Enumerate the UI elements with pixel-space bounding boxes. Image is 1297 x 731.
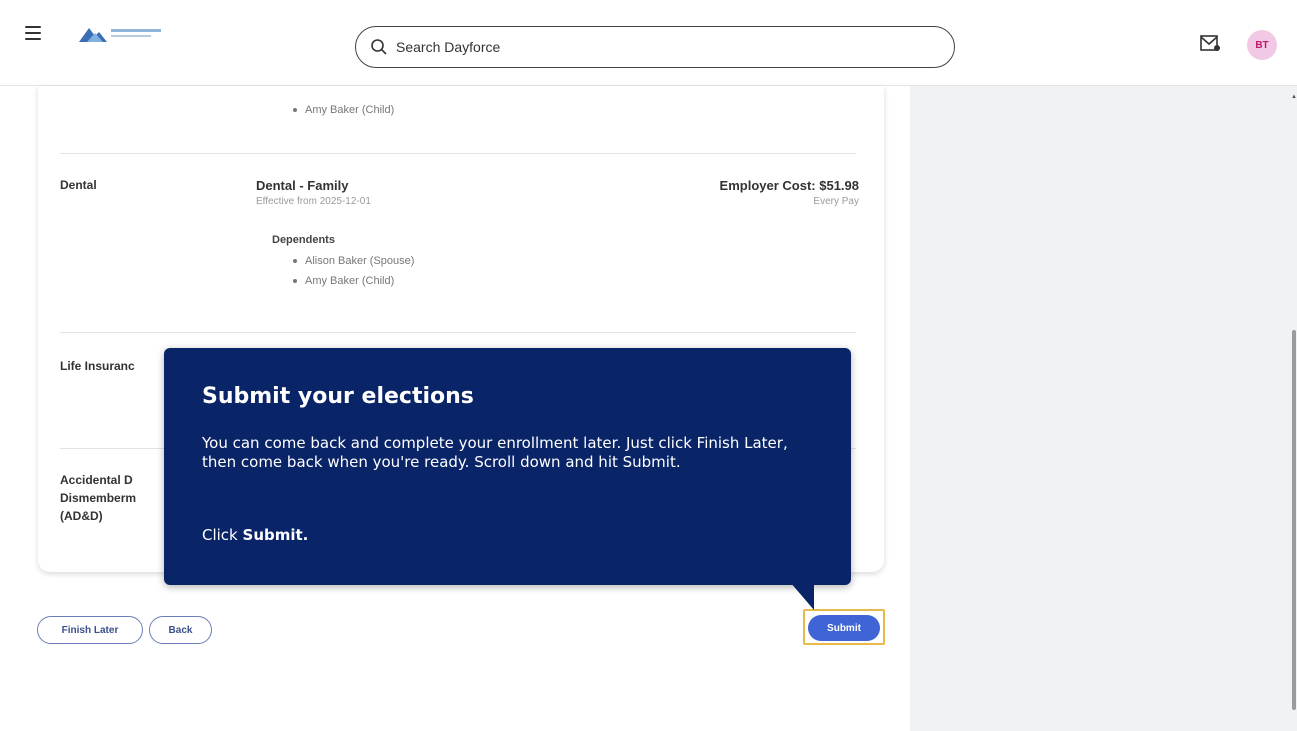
dependents-heading: Dependents — [272, 234, 335, 246]
label-line: Dismemberm — [60, 491, 137, 505]
scroll-up-arrow-icon[interactable]: ▲ — [1291, 94, 1297, 100]
list-item: Amy Baker (Child) — [293, 104, 394, 116]
submit-button[interactable]: Submit — [808, 615, 880, 641]
benefit-label-life-insurance: Life Insuranc — [60, 359, 135, 373]
company-logo[interactable] — [77, 20, 172, 48]
top-bar: BT — [0, 0, 1297, 86]
tooltip-pointer-icon — [790, 582, 814, 610]
tooltip-instruction: Click Submit. — [202, 526, 308, 544]
walkthrough-tooltip: Submit your elections You can come back … — [164, 348, 851, 585]
avatar[interactable]: BT — [1247, 30, 1277, 60]
search-input[interactable] — [396, 39, 896, 55]
list-item: Alison Baker (Spouse) — [293, 255, 414, 267]
divider — [60, 332, 856, 333]
side-panel — [910, 86, 1290, 731]
divider — [60, 153, 856, 154]
menu-icon[interactable] — [25, 26, 41, 40]
benefit-label-dental: Dental — [60, 178, 97, 192]
dependent-name: Amy Baker (Child) — [305, 104, 395, 116]
list-item: Amy Baker (Child) — [293, 275, 394, 287]
dependent-name: Alison Baker (Spouse) — [305, 255, 415, 267]
label-line: Accidental D — [60, 473, 133, 487]
effective-date: Effective from 2025-12-01 — [256, 196, 371, 207]
search-icon — [371, 39, 387, 55]
dependent-name: Amy Baker (Child) — [305, 275, 395, 287]
finish-later-button[interactable]: Finish Later — [37, 616, 143, 644]
avatar-initials: BT — [1255, 39, 1269, 51]
scrollbar-thumb[interactable] — [1292, 330, 1296, 710]
tooltip-body: You can come back and complete your enro… — [202, 434, 788, 471]
label-line: (AD&D) — [60, 509, 103, 523]
tooltip-instruction-prefix: Click — [202, 526, 243, 544]
employer-cost: Employer Cost: $51.98 — [719, 178, 859, 193]
plan-name: Dental - Family — [256, 178, 349, 193]
pay-frequency: Every Pay — [813, 196, 859, 207]
tooltip-instruction-target: Submit. — [242, 526, 309, 544]
inbox-icon[interactable] — [1199, 33, 1221, 53]
benefit-label-add: Accidental D Dismemberm (AD&D) — [60, 471, 136, 525]
tooltip-title: Submit your elections — [202, 384, 474, 409]
back-button[interactable]: Back — [149, 616, 212, 644]
search-bar[interactable] — [355, 26, 955, 68]
